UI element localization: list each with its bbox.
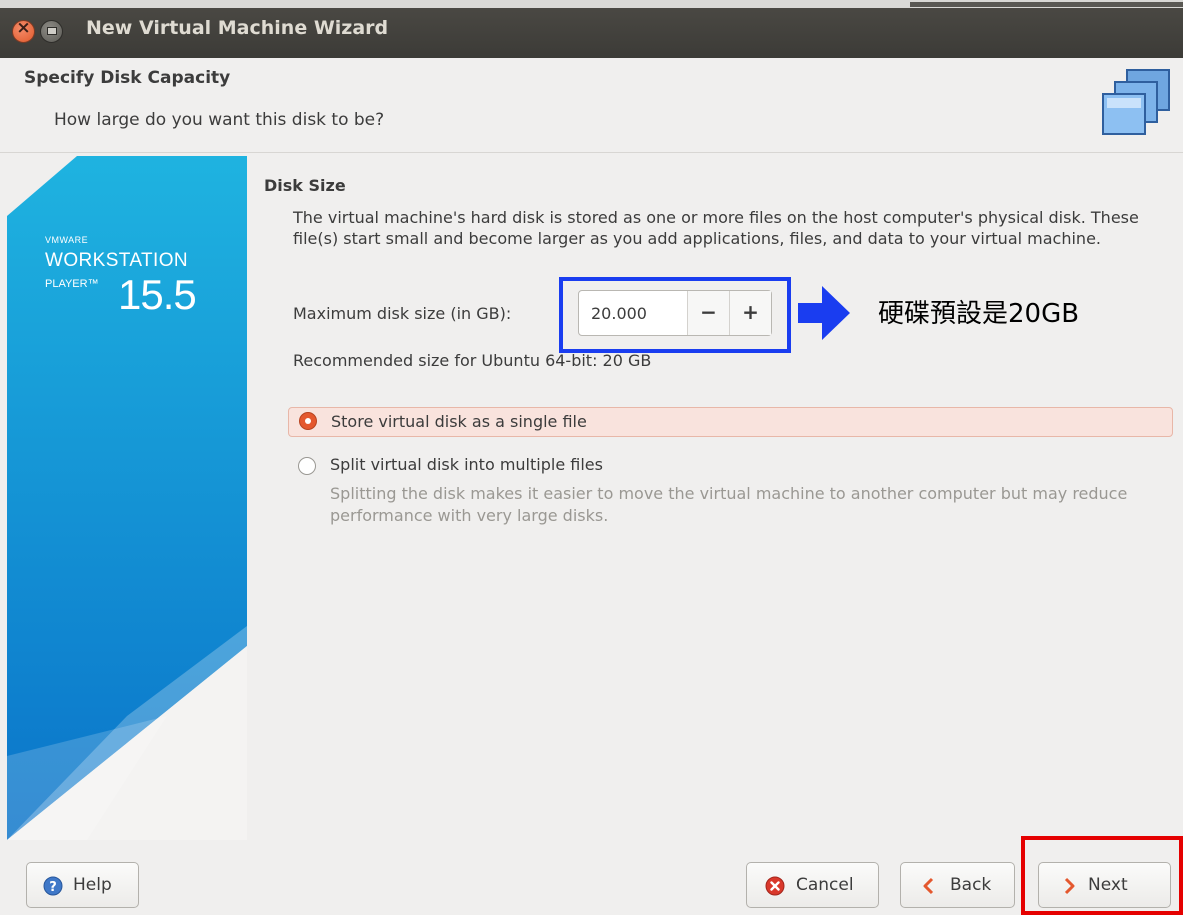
split-files-option[interactable]: Split virtual disk into multiple files xyxy=(288,453,1173,483)
recommended-size-text: Recommended size for Ubuntu 64-bit: 20 G… xyxy=(293,351,652,370)
annotation-text: 硬碟預設是20GB xyxy=(878,299,1080,329)
page-subtitle: How large do you want this disk to be? xyxy=(54,110,385,130)
brand-company: VMWARE xyxy=(45,235,89,245)
back-label: Back xyxy=(950,875,992,895)
wizard-header: Specify Disk Capacity How large do you w… xyxy=(0,58,1183,153)
annotation-highlight-box xyxy=(559,277,791,353)
disk-stack-icon xyxy=(1102,69,1170,135)
split-files-help: Splitting the disk makes it easier to mo… xyxy=(330,484,1128,525)
split-files-label: Split virtual disk into multiple files xyxy=(330,455,603,474)
disk-size-heading: Disk Size xyxy=(264,176,346,195)
brand-edition: PLAYER™ xyxy=(45,278,99,290)
page-title: Specify Disk Capacity xyxy=(24,68,231,88)
help-button[interactable]: ? Help xyxy=(26,862,139,908)
window-titlebar: New Virtual Machine Wizard xyxy=(0,0,1183,58)
annotation-arrow-icon xyxy=(798,286,850,340)
titlebar-top-strip xyxy=(0,0,1183,8)
next-label: Next xyxy=(1088,875,1128,895)
back-button[interactable]: Back xyxy=(900,862,1015,908)
cancel-button[interactable]: Cancel xyxy=(746,862,879,908)
radio-selected-icon[interactable] xyxy=(299,412,317,430)
brand-panel: VMWARE WORKSTATION PLAYER™ 15.5 xyxy=(7,156,247,840)
brand-version: 15.5 xyxy=(118,271,197,318)
max-disk-size-label: Maximum disk size (in GB): xyxy=(293,304,512,323)
wizard-content: Disk Size The virtual machine's hard dis… xyxy=(248,156,1183,840)
window-title: New Virtual Machine Wizard xyxy=(86,17,389,39)
svg-text:?: ? xyxy=(49,880,57,895)
chevron-right-icon xyxy=(1064,877,1075,895)
minimize-window-icon[interactable] xyxy=(40,20,63,43)
brand-product: WORKSTATION xyxy=(45,250,189,271)
close-window-icon[interactable] xyxy=(12,18,35,43)
cancel-label: Cancel xyxy=(796,875,854,895)
cancel-icon xyxy=(765,876,785,896)
help-icon: ? xyxy=(43,876,63,896)
radio-unselected-icon[interactable] xyxy=(298,457,316,475)
help-label: Help xyxy=(73,875,112,895)
single-file-label: Store virtual disk as a single file xyxy=(331,412,587,431)
single-file-option[interactable]: Store virtual disk as a single file xyxy=(288,407,1173,437)
disk-description: The virtual machine's hard disk is store… xyxy=(293,208,1139,248)
chevron-left-icon xyxy=(923,877,934,895)
next-button[interactable]: Next xyxy=(1038,862,1171,908)
